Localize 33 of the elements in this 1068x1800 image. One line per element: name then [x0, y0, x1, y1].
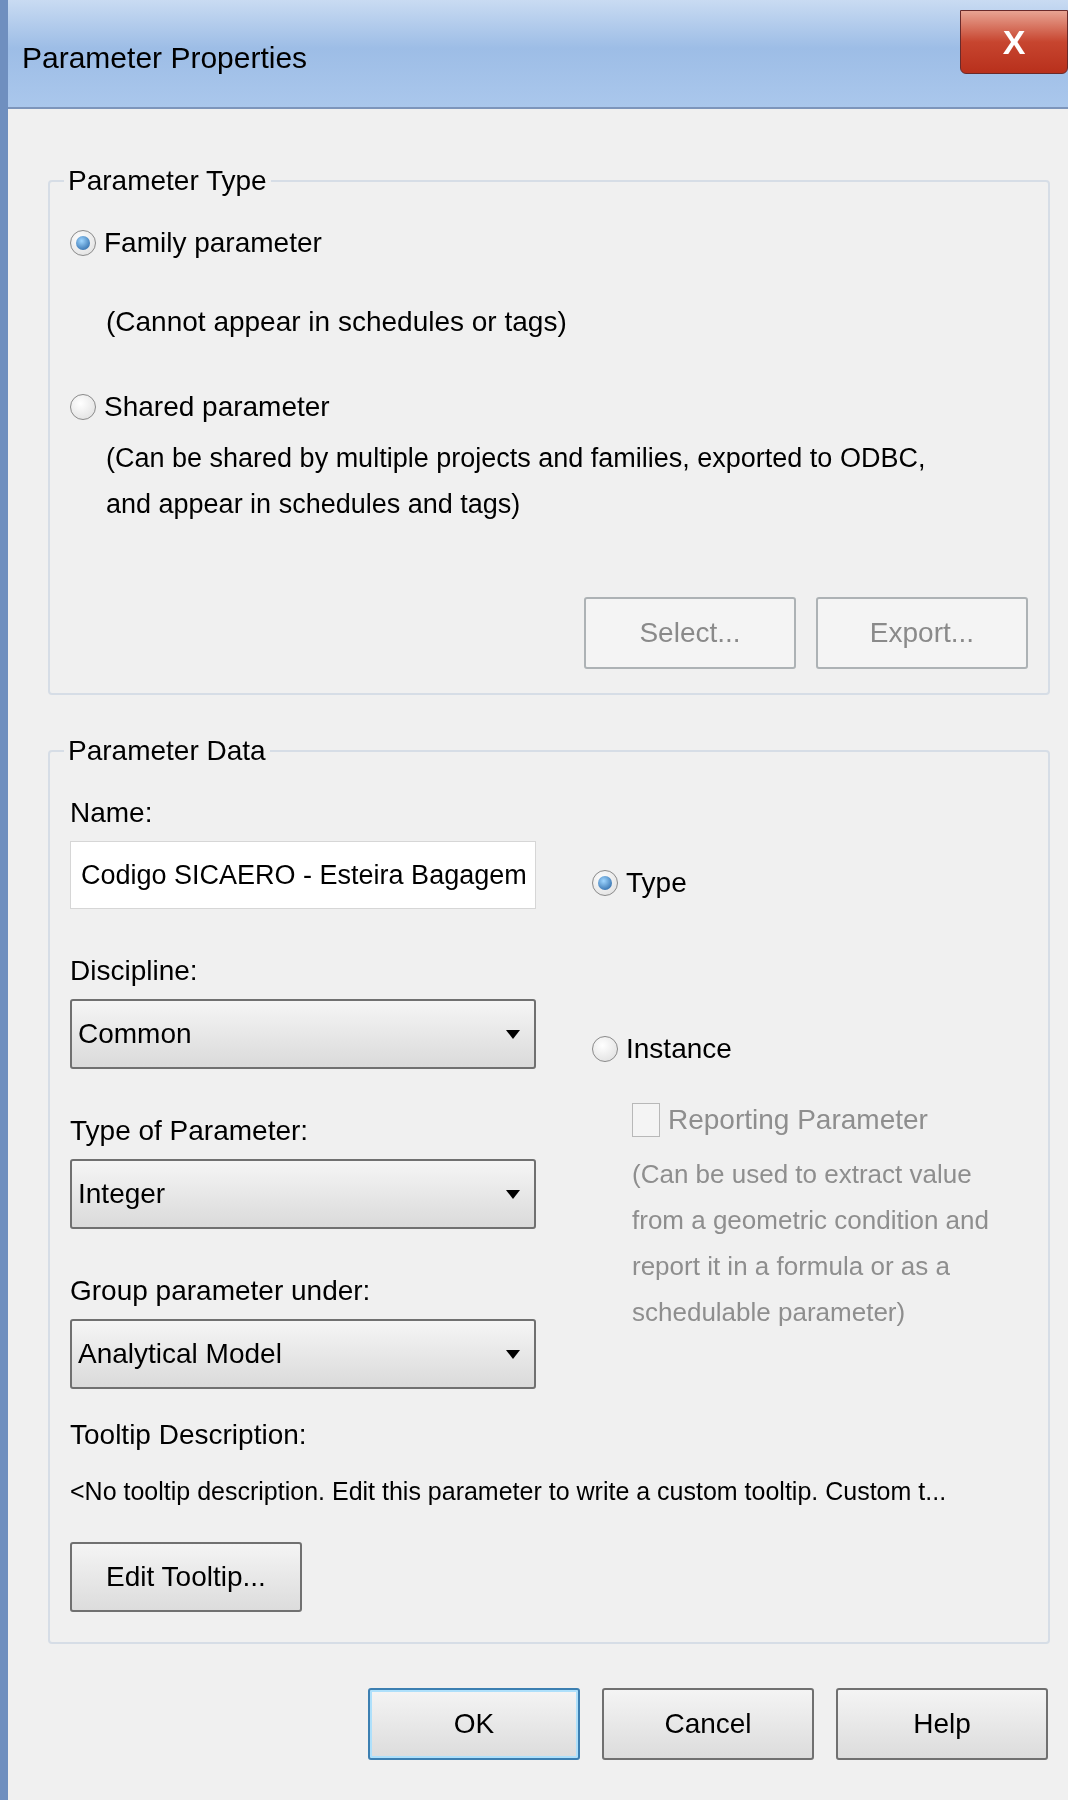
group-title: Parameter Data: [67, 735, 267, 767]
field-label: Discipline:: [70, 955, 199, 987]
tooltip-text: <No tooltip description. Edit this parameter to write a custom tooltip. Custom t...: [70, 1477, 948, 1506]
dialog-button[interactable]: Help: [836, 1688, 1048, 1760]
radio-label: Instance: [626, 1033, 732, 1065]
caret-icon: [506, 1189, 520, 1199]
dialog-button[interactable]: OK: [368, 1688, 580, 1760]
name-field[interactable]: Codigo SICAERO - Esteira Bagagem: [70, 841, 536, 909]
radio-button[interactable]: [592, 870, 618, 896]
field-label: Name:: [70, 797, 154, 829]
window-title: Parameter Properties: [22, 40, 308, 75]
close-button[interactable]: X: [960, 10, 1068, 74]
dropdown[interactable]: Integer: [70, 1159, 536, 1229]
radio-label: Shared parameter: [104, 391, 330, 423]
caret-icon: [506, 1349, 520, 1359]
edit-tooltip-button[interactable]: Edit Tooltip...: [70, 1542, 302, 1612]
dialog-button[interactable]: Cancel: [602, 1688, 814, 1760]
radio-button[interactable]: [592, 1036, 618, 1062]
option-note: (Cannot appear in schedules or tags): [106, 305, 568, 339]
reporting-note: (Can be used to extract value from a geometric condition and report it in a formula or as a schedulable parameter): [632, 1158, 990, 1329]
dropdown[interactable]: Common: [70, 999, 536, 1069]
radio-button[interactable]: [70, 230, 96, 256]
group-title: Parameter Type: [67, 165, 268, 197]
field-label: Type of Parameter:: [70, 1115, 310, 1147]
radio-label: Family parameter: [104, 227, 322, 259]
option-note: (Can be shared by multiple projects and families, exported to ODBC, and appear in schedules and tags): [106, 442, 927, 521]
field-label: Tooltip Description:: [70, 1419, 308, 1451]
dropdown[interactable]: Analytical Model: [70, 1319, 536, 1389]
checkbox-label: Reporting Parameter: [668, 1104, 928, 1136]
radio-label: Type: [626, 867, 687, 899]
field-label: Group parameter under:: [70, 1275, 372, 1307]
caret-icon: [506, 1029, 520, 1039]
radio-button[interactable]: [70, 394, 96, 420]
